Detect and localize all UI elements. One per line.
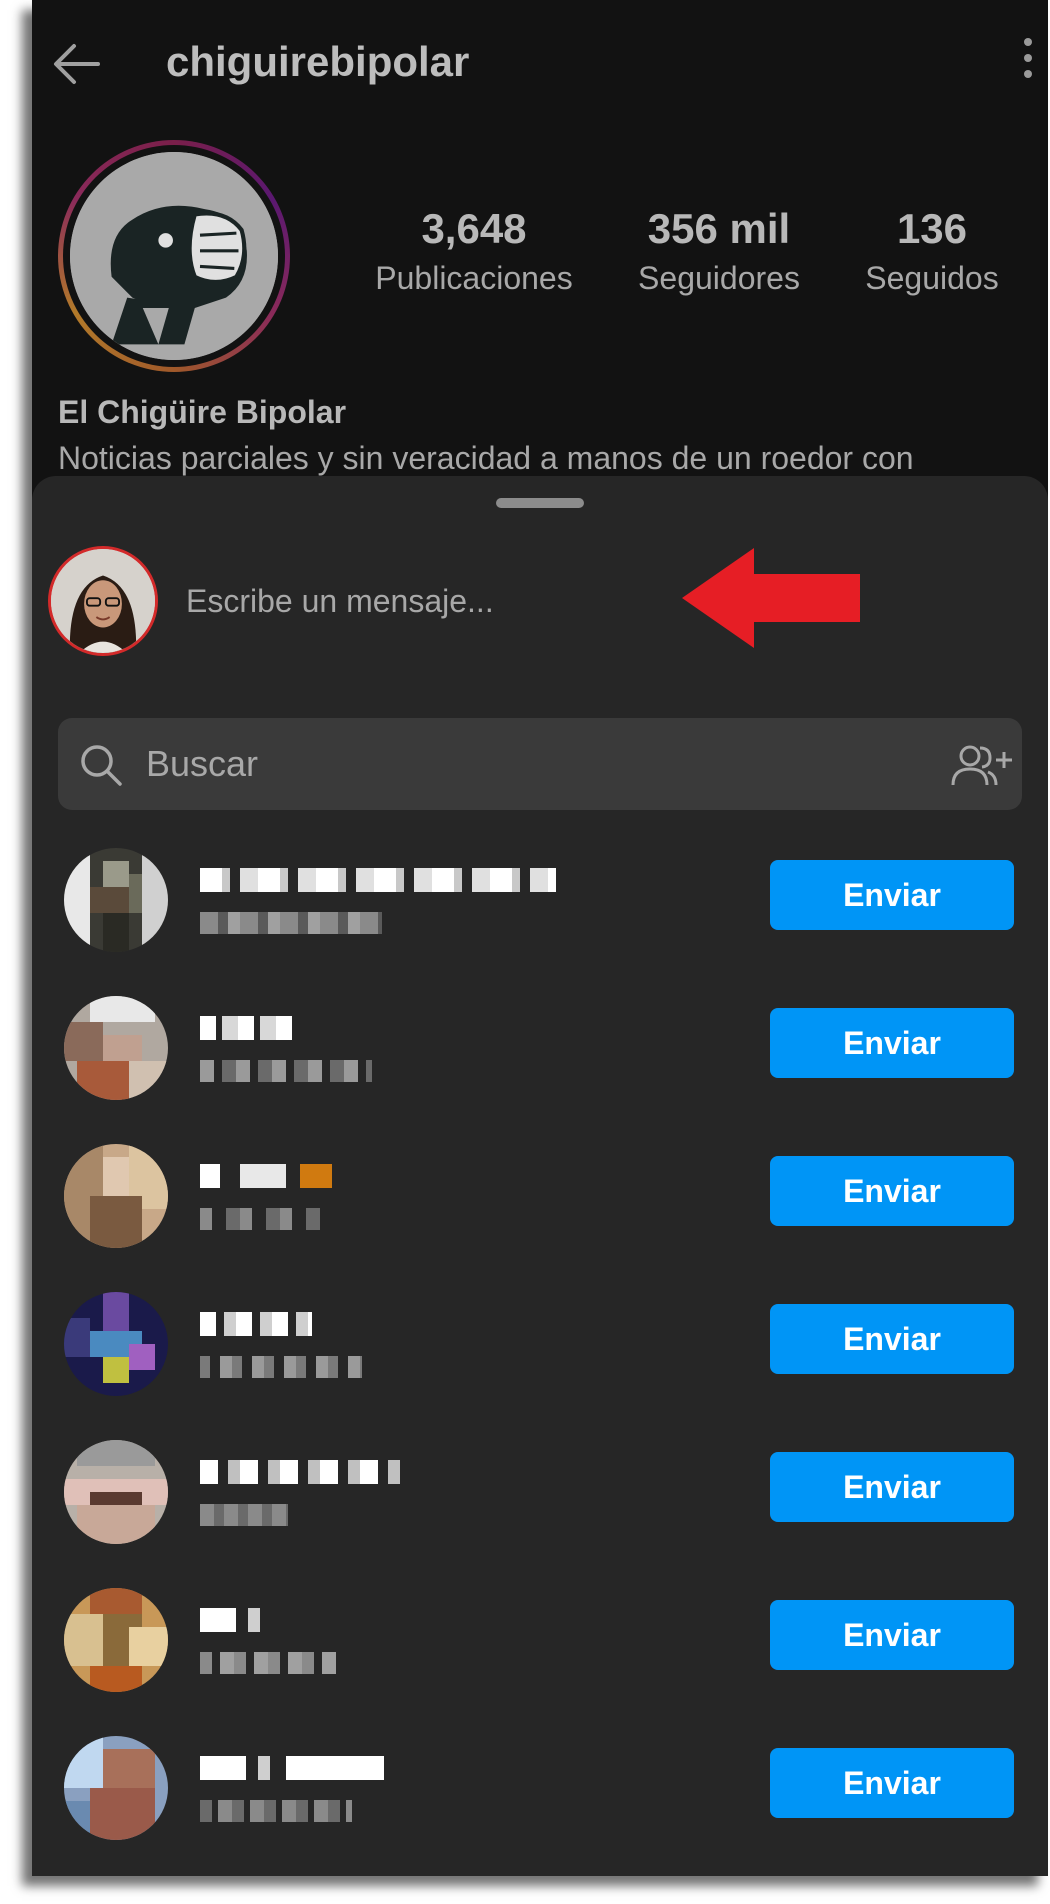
sheet-drag-handle[interactable] [496,498,584,508]
send-button[interactable]: Enviar [770,860,1014,930]
stat-value: 136 [896,205,968,252]
capybara-logo [70,152,278,360]
contact-username-redacted [200,1356,362,1378]
contact-username-redacted [200,912,382,934]
message-input[interactable] [186,576,666,626]
search-bar[interactable] [58,718,1022,810]
contact-username-redacted [200,1060,372,1082]
contact-name-redacted [200,1460,400,1484]
contact-avatar[interactable] [64,1292,168,1396]
contact-username-redacted [200,1208,320,1230]
stat-posts[interactable]: 3,648 Publicaciones [326,205,622,300]
contact-avatar[interactable] [64,996,168,1100]
stat-label: Publicaciones [375,260,573,297]
stat-value: 3,648 [421,205,527,252]
contact-avatar[interactable] [64,1144,168,1248]
list-item: Enviar [32,988,1048,1136]
profile-avatar[interactable] [58,140,290,372]
list-item: Enviar [32,1136,1048,1284]
red-arrow-annotation [682,548,860,648]
send-button[interactable]: Enviar [770,1748,1014,1818]
current-user-avatar [48,546,158,656]
list-item: Enviar [32,1284,1048,1432]
contact-name-redacted [200,1016,296,1040]
top-bar: chiguirebipolar [32,0,1048,120]
add-group-icon[interactable] [950,742,1012,788]
contact-name-redacted [200,1756,384,1780]
stat-label: Seguidores [638,260,800,297]
send-button[interactable]: Enviar [770,1008,1014,1078]
send-button[interactable]: Enviar [770,1156,1014,1226]
contact-list: Enviar Enviar Enviar Enviar Enviar Envia… [32,840,1048,1876]
more-vertical-icon[interactable] [1020,38,1036,84]
stat-value: 356 mil [647,205,791,252]
contact-avatar[interactable] [64,848,168,952]
contact-name-redacted [200,1608,260,1632]
contact-name-redacted [200,868,556,892]
contact-name-redacted [200,1164,332,1188]
contact-avatar[interactable] [64,1588,168,1692]
stat-followers[interactable]: 356 mil Seguidores [594,205,844,300]
stat-following[interactable]: 136 Seguidos [822,205,1042,300]
contact-avatar[interactable] [64,1736,168,1840]
contact-name-redacted [200,1312,312,1336]
list-item: Enviar [32,1432,1048,1580]
send-button[interactable]: Enviar [770,1452,1014,1522]
profile-bio: Noticias parciales y sin veracidad a man… [58,440,914,476]
back-arrow-icon[interactable] [46,32,110,96]
send-button[interactable]: Enviar [770,1600,1014,1670]
contact-username-redacted [200,1504,288,1526]
send-button[interactable]: Enviar [770,1304,1014,1374]
profile-username: chiguirebipolar [166,38,470,85]
list-item: Enviar [32,1728,1048,1876]
list-item: Enviar [32,1580,1048,1728]
contact-username-redacted [200,1800,352,1822]
stat-label: Seguidos [865,260,999,297]
search-input[interactable] [146,738,886,790]
search-icon [81,745,122,786]
phone-screen: chiguirebipolar 3,648 Publicaciones 356 … [32,0,1048,1876]
contact-avatar[interactable] [64,1440,168,1544]
list-item: Enviar [32,840,1048,988]
profile-display-name: El Chigüire Bipolar [58,394,347,430]
contact-username-redacted [200,1652,336,1674]
share-sheet: Enviar Enviar [32,476,1048,1876]
